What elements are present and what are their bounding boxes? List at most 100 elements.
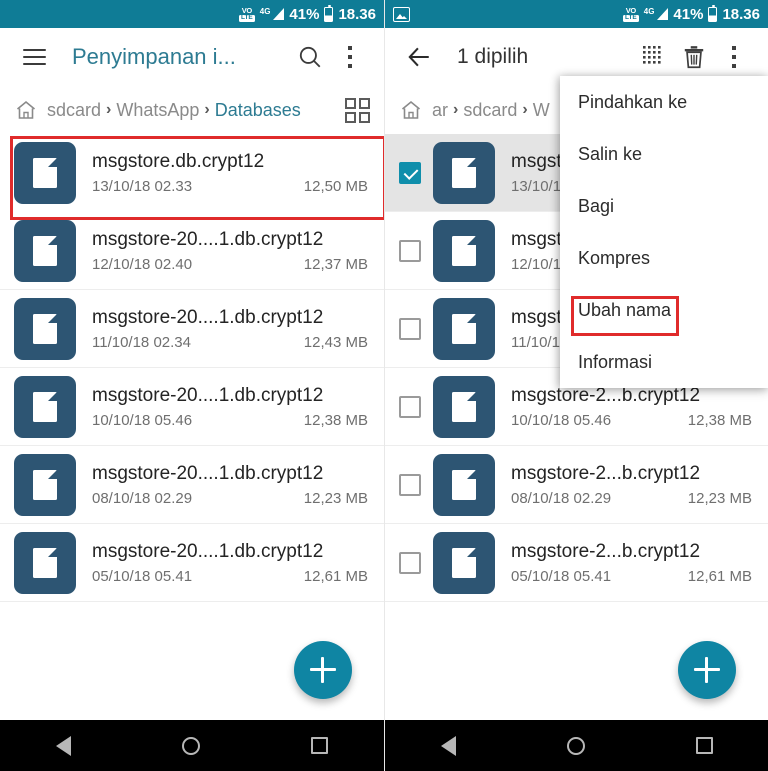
add-fab-button-right[interactable] xyxy=(678,641,736,699)
delete-button[interactable] xyxy=(674,37,714,77)
row-checkbox[interactable] xyxy=(399,551,421,574)
breadcrumb-segment-databases[interactable]: Databases xyxy=(215,100,301,121)
nav-back-icon[interactable] xyxy=(440,735,456,756)
menu-item-info[interactable]: Informasi xyxy=(560,336,768,388)
file-size: 12,38 MB xyxy=(687,411,752,429)
volte-icon: VO LTE xyxy=(238,5,255,22)
file-size: 12,61 MB xyxy=(687,567,752,585)
add-icon xyxy=(694,657,720,683)
image-icon xyxy=(393,6,410,22)
breadcrumb-separator: › xyxy=(453,101,459,118)
file-meta: msgstore-2...b.crypt12 08/10/18 02.29 12… xyxy=(511,463,754,507)
file-size: 12,43 MB xyxy=(303,333,368,351)
nav-recents-icon[interactable] xyxy=(695,737,713,754)
file-date: 13/10/18 02.33 xyxy=(92,178,193,195)
search-icon xyxy=(299,46,321,68)
row-checkbox[interactable] xyxy=(399,473,421,496)
breadcrumb-separator: › xyxy=(106,101,112,118)
file-date: 12/10/18 02.40 xyxy=(92,255,193,273)
table-row[interactable]: msgstore-20....1.db.crypt12 08/10/18 02.… xyxy=(0,446,384,524)
right-panel: VO LTE 4G 41% 18.36 1 dipilih ar › sdcar… xyxy=(384,0,768,771)
file-name: msgstore-20....1.db.crypt12 xyxy=(92,384,324,406)
volte-icon: VO LTE xyxy=(622,5,639,22)
breadcrumb-segment-ar[interactable]: ar xyxy=(432,100,448,121)
home-icon[interactable] xyxy=(399,98,423,122)
row-checkbox[interactable] xyxy=(399,239,421,262)
file-name: msgstore-20....1.db.crypt12 xyxy=(92,540,324,562)
clock: 18.36 xyxy=(338,5,376,23)
overflow-menu-button-right[interactable] xyxy=(714,37,754,77)
left-panel: VO LTE 4G 41% 18.36 Penyimpanan i... sdc… xyxy=(0,0,384,771)
breadcrumb-segment-whatsapp[interactable]: WhatsApp xyxy=(116,100,199,121)
nav-back-icon[interactable] xyxy=(55,735,71,756)
row-checkbox[interactable] xyxy=(399,317,421,340)
file-date: 10/10/18 05.46 xyxy=(92,411,193,429)
select-all-button[interactable] xyxy=(634,37,674,77)
clock: 18.36 xyxy=(722,5,760,23)
file-name: msgstore.db.crypt12 xyxy=(92,151,265,172)
row-checkbox[interactable] xyxy=(399,161,421,184)
file-meta: msgstore-20....1.db.crypt12 08/10/18 02.… xyxy=(92,463,370,507)
table-row[interactable]: msgstore-2...b.crypt12 05/10/18 05.41 12… xyxy=(385,524,768,602)
menu-item-share[interactable]: Bagi xyxy=(560,180,768,232)
file-date: 05/10/18 05.41 xyxy=(92,567,193,585)
status-bar-indicators: VO LTE 4G 41% 18.36 xyxy=(238,4,376,23)
search-button[interactable] xyxy=(290,37,330,77)
row-checkbox[interactable] xyxy=(399,395,421,418)
add-fab-button-left[interactable] xyxy=(294,641,352,699)
back-button[interactable] xyxy=(399,37,439,77)
file-icon xyxy=(14,375,76,438)
file-date: 05/10/18 05.41 xyxy=(511,567,612,585)
menu-item-rename[interactable]: Ubah nama xyxy=(560,284,768,336)
table-row[interactable]: msgstore-20....1.db.crypt12 10/10/18 05.… xyxy=(0,368,384,446)
breadcrumb-left: sdcard › WhatsApp › Databases xyxy=(0,86,384,134)
battery-icon xyxy=(708,4,718,22)
file-date: 08/10/18 02.29 xyxy=(511,489,612,507)
file-name: msgstore-2...b.crypt12 xyxy=(511,540,701,562)
nav-recents-icon[interactable] xyxy=(311,737,329,754)
table-row[interactable]: msgstore-20....1.db.crypt12 11/10/18 02.… xyxy=(0,290,384,368)
file-meta: msgstore-20....1.db.crypt12 12/10/18 02.… xyxy=(92,229,370,273)
breadcrumb-segment-whatsapp[interactable]: W xyxy=(533,100,550,121)
file-size: 12,23 MB xyxy=(303,489,368,507)
file-icon xyxy=(433,375,495,438)
home-icon[interactable] xyxy=(14,98,38,122)
file-date: 10/10/18 05.46 xyxy=(511,411,612,429)
table-row[interactable]: msgstore.db.crypt12 13/10/18 02.33 12,50… xyxy=(0,134,384,212)
file-icon xyxy=(14,219,76,282)
battery-percent: 41% xyxy=(289,5,320,23)
file-meta: msgstore-20....1.db.crypt12 05/10/18 05.… xyxy=(92,541,370,585)
file-icon xyxy=(14,142,76,204)
file-icon xyxy=(14,453,76,516)
breadcrumb-segment-sdcard[interactable]: sdcard xyxy=(463,100,517,121)
file-meta: msgstore-20....1.db.crypt12 11/10/18 02.… xyxy=(92,307,370,351)
page-title: Penyimpanan i... xyxy=(72,44,236,69)
breadcrumb-segment-sdcard[interactable]: sdcard xyxy=(47,100,101,121)
menu-item-copy-to[interactable]: Salin ke xyxy=(560,128,768,180)
status-bar-notifications xyxy=(393,6,623,22)
menu-item-move-to[interactable]: Pindahkan ke xyxy=(560,76,768,128)
file-icon xyxy=(14,531,76,594)
table-row[interactable]: msgstore-20....1.db.crypt12 05/10/18 05.… xyxy=(0,524,384,602)
table-row[interactable]: msgstore-20....1.db.crypt12 12/10/18 02.… xyxy=(0,212,384,290)
breadcrumb-path[interactable]: sdcard › WhatsApp › Databases xyxy=(14,98,339,122)
breadcrumb-separator: › xyxy=(522,101,528,118)
status-bar-right: VO LTE 4G 41% 18.36 xyxy=(385,0,768,28)
overflow-menu-button-left[interactable] xyxy=(330,37,370,77)
file-meta: msgstore-20....1.db.crypt12 10/10/18 05.… xyxy=(92,385,370,429)
app-bar-left: Penyimpanan i... xyxy=(0,28,384,86)
table-row[interactable]: msgstore-2...b.crypt12 08/10/18 02.29 12… xyxy=(385,446,768,524)
nav-home-icon[interactable] xyxy=(566,736,585,755)
hamburger-menu-button[interactable] xyxy=(14,37,54,77)
file-date: 08/10/18 02.29 xyxy=(92,489,193,507)
menu-item-compress[interactable]: Kompres xyxy=(560,232,768,284)
file-icon xyxy=(433,531,495,594)
file-meta: msgstore.db.crypt12 13/10/18 02.33 12,50… xyxy=(92,151,370,195)
dual-screenshot: VO LTE 4G 41% 18.36 Penyimpanan i... sdc… xyxy=(0,0,768,771)
battery-icon xyxy=(324,4,334,22)
nav-home-icon[interactable] xyxy=(181,736,200,755)
file-name: msgstore-20....1.db.crypt12 xyxy=(92,306,324,328)
breadcrumb-separator: › xyxy=(204,101,210,118)
kebab-menu-icon xyxy=(731,45,737,69)
grid-view-icon[interactable] xyxy=(345,97,370,123)
